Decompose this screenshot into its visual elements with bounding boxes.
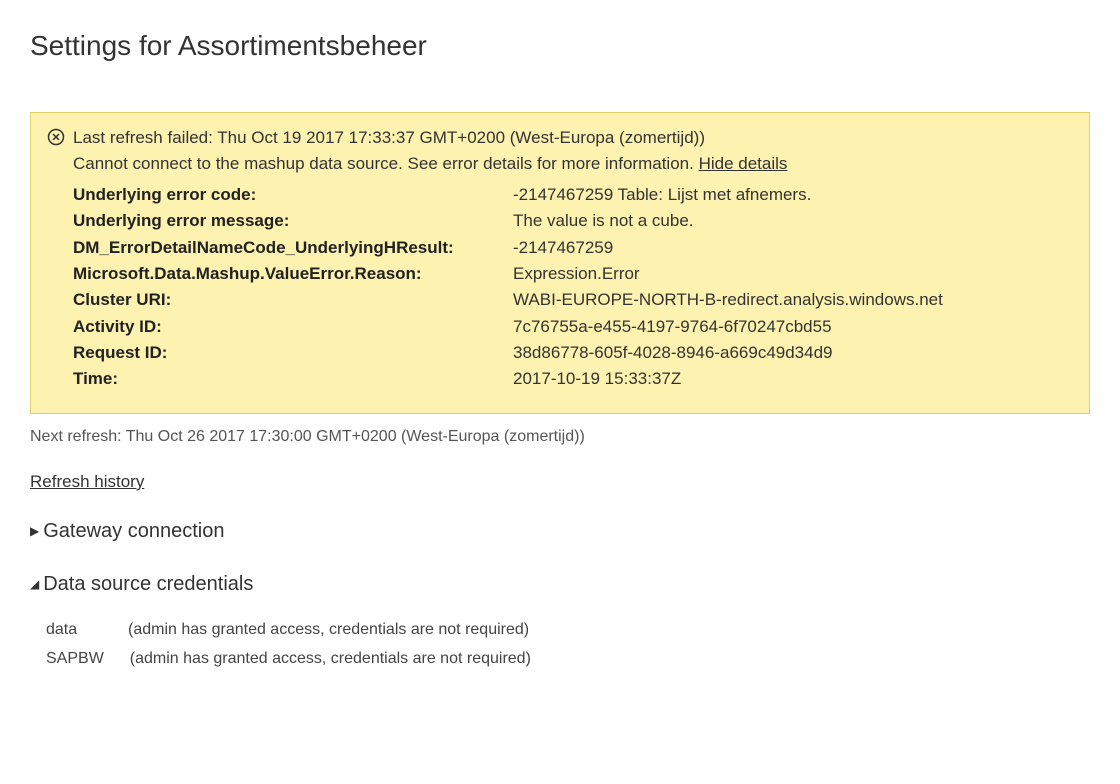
- section-gateway-label: Gateway connection: [43, 520, 224, 543]
- error-icon: [47, 128, 65, 151]
- credential-name: data: [46, 616, 102, 645]
- error-detail-label: Time:: [73, 366, 513, 392]
- credentials-list: data (admin has granted access, credenti…: [46, 616, 1090, 674]
- section-credentials-label: Data source credentials: [43, 573, 253, 596]
- error-detail-row: Time: 2017-10-19 15:33:37Z: [73, 366, 1073, 392]
- page-title: Settings for Assortimentsbeheer: [30, 30, 1090, 62]
- section-gateway-connection[interactable]: ▶ Gateway connection: [30, 520, 1090, 543]
- error-detail-row: Underlying error message: The value is n…: [73, 208, 1073, 234]
- error-detail-label: Cluster URI:: [73, 287, 513, 313]
- error-detail-label: Underlying error message:: [73, 208, 513, 234]
- error-detail-row: Underlying error code: -2147467259 Table…: [73, 182, 1073, 208]
- error-detail-label: DM_ErrorDetailNameCode_UnderlyingHResult…: [73, 235, 513, 261]
- error-message: Cannot connect to the mashup data source…: [73, 154, 694, 173]
- error-detail-value: The value is not a cube.: [513, 208, 1073, 234]
- error-detail-row: Cluster URI: WABI-EUROPE-NORTH-B-redirec…: [73, 287, 1073, 313]
- error-detail-value: 38d86778-605f-4028-8946-a669c49d34d9: [513, 340, 1073, 366]
- error-detail-label: Request ID:: [73, 340, 513, 366]
- error-detail-row: Request ID: 38d86778-605f-4028-8946-a669…: [73, 340, 1073, 366]
- chevron-right-icon: ▶: [30, 524, 39, 538]
- next-refresh-text: Next refresh: Thu Oct 26 2017 17:30:00 G…: [30, 428, 1090, 446]
- error-details: Underlying error code: -2147467259 Table…: [73, 182, 1073, 393]
- credential-name: SAPBW: [46, 645, 104, 674]
- hide-details-link[interactable]: Hide details: [699, 154, 788, 173]
- error-detail-value: WABI-EUROPE-NORTH-B-redirect.analysis.wi…: [513, 287, 1073, 313]
- error-detail-row: Activity ID: 7c76755a-e455-4197-9764-6f7…: [73, 314, 1073, 340]
- credentials-row: data (admin has granted access, credenti…: [46, 616, 1090, 645]
- error-detail-label: Microsoft.Data.Mashup.ValueError.Reason:: [73, 261, 513, 287]
- credentials-row: SAPBW (admin has granted access, credent…: [46, 645, 1090, 674]
- error-detail-label: Underlying error code:: [73, 182, 513, 208]
- error-detail-label: Activity ID:: [73, 314, 513, 340]
- credential-note: (admin has granted access, credentials a…: [130, 645, 531, 674]
- section-data-source-credentials[interactable]: ◢ Data source credentials: [30, 573, 1090, 596]
- error-detail-value: -2147467259 Table: Lijst met afnemers.: [513, 182, 1073, 208]
- error-detail-value: -2147467259: [513, 235, 1073, 261]
- error-detail-value: 2017-10-19 15:33:37Z: [513, 366, 1073, 392]
- chevron-down-icon: ◢: [30, 577, 39, 591]
- error-detail-row: Microsoft.Data.Mashup.ValueError.Reason:…: [73, 261, 1073, 287]
- error-banner: Last refresh failed: Thu Oct 19 2017 17:…: [30, 112, 1090, 414]
- error-detail-value: Expression.Error: [513, 261, 1073, 287]
- error-detail-row: DM_ErrorDetailNameCode_UnderlyingHResult…: [73, 235, 1073, 261]
- refresh-history-link[interactable]: Refresh history: [30, 472, 144, 492]
- credential-note: (admin has granted access, credentials a…: [128, 616, 529, 645]
- error-title: Last refresh failed: Thu Oct 19 2017 17:…: [73, 125, 1073, 151]
- error-detail-value: 7c76755a-e455-4197-9764-6f70247cbd55: [513, 314, 1073, 340]
